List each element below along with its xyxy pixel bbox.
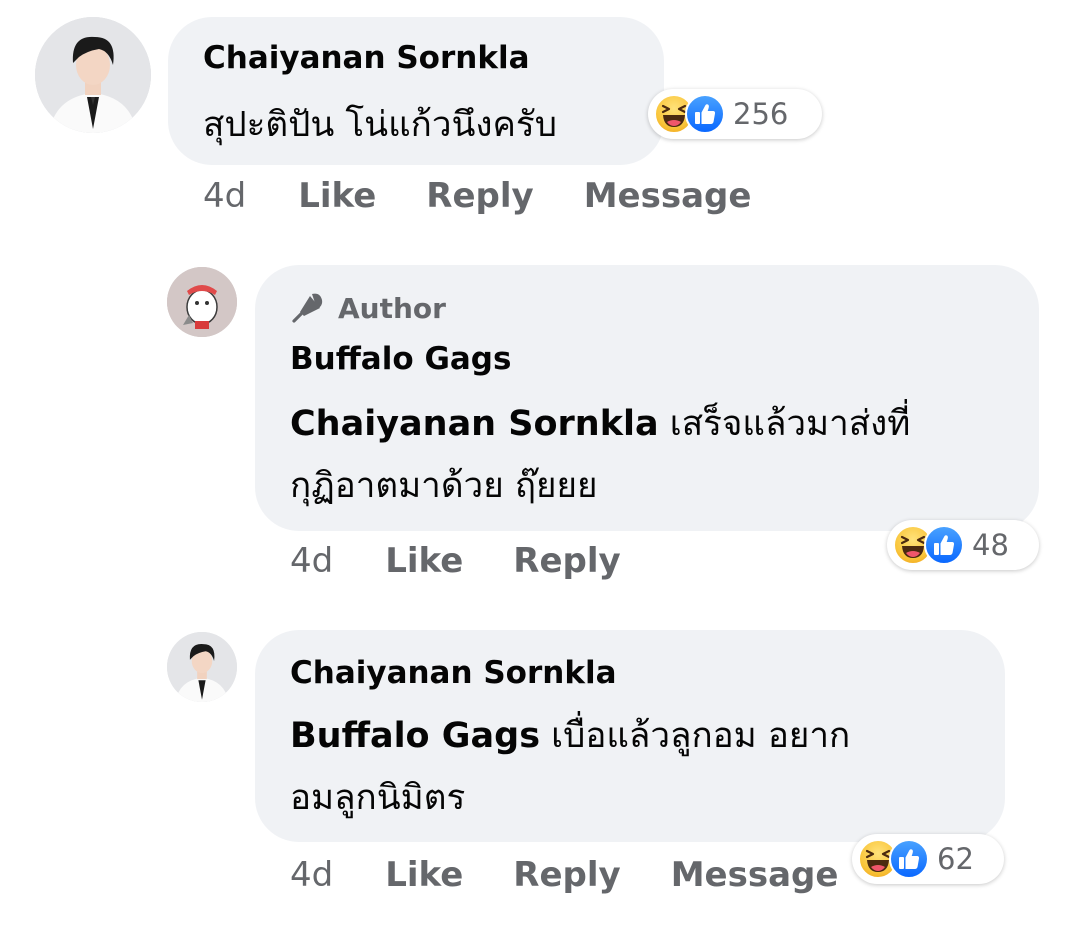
like-button[interactable]: Like [385,541,463,581]
reaction-count: 48 [972,528,1009,562]
reaction-summary[interactable]: 48 [887,520,1039,570]
avatar-chaiyanan[interactable] [167,632,237,702]
comment-timestamp[interactable]: 4d [203,176,246,216]
comment-text: Buffalo Gags เบื่อแล้วลูกอม อยาก อมลูกนิ… [290,716,851,818]
reply-button[interactable]: Reply [513,855,620,895]
comment-timestamp[interactable]: 4d [290,541,333,581]
reply-button[interactable]: Reply [513,541,620,581]
comment-actions: 4d Like Reply [290,541,671,581]
comment-author-name[interactable]: Chaiyanan Sornkla [290,655,616,691]
mention-link[interactable]: Buffalo Gags [290,716,540,756]
like-icon [685,94,725,134]
reaction-count: 62 [937,842,974,876]
mention-link[interactable]: Chaiyanan Sornkla [290,404,659,444]
comment-timestamp[interactable]: 4d [290,855,333,895]
reaction-count: 256 [733,97,789,131]
person-avatar-icon [167,632,237,702]
avatar-buffalo-gags[interactable] [167,267,237,337]
like-icon [889,839,929,879]
like-button[interactable]: Like [385,855,463,895]
mascot-avatar-icon [167,267,237,337]
message-button[interactable]: Message [671,855,839,895]
comment-author-name[interactable]: Chaiyanan Sornkla [203,40,529,76]
like-icon [924,525,964,565]
reply-button[interactable]: Reply [426,176,533,216]
comment-author-name[interactable]: Buffalo Gags [290,341,511,377]
author-badge: Author [290,290,446,326]
person-avatar-icon [35,17,151,133]
author-badge-label: Author [338,291,446,325]
like-button[interactable]: Like [298,176,376,216]
comment-actions: 4d Like Reply Message [290,855,888,895]
reaction-summary[interactable]: 256 [648,89,822,139]
message-button[interactable]: Message [584,176,752,216]
microphone-icon [292,293,323,323]
comment-actions: 4d Like Reply Message [203,176,801,216]
avatar-chaiyanan[interactable] [35,17,151,133]
comment-text: Chaiyanan Sornkla เสร็จแล้วมาส่งที่ กุฏิ… [290,404,911,506]
comment-text: สุปะติปัน โน่แก้วนึงครับ [203,105,557,145]
